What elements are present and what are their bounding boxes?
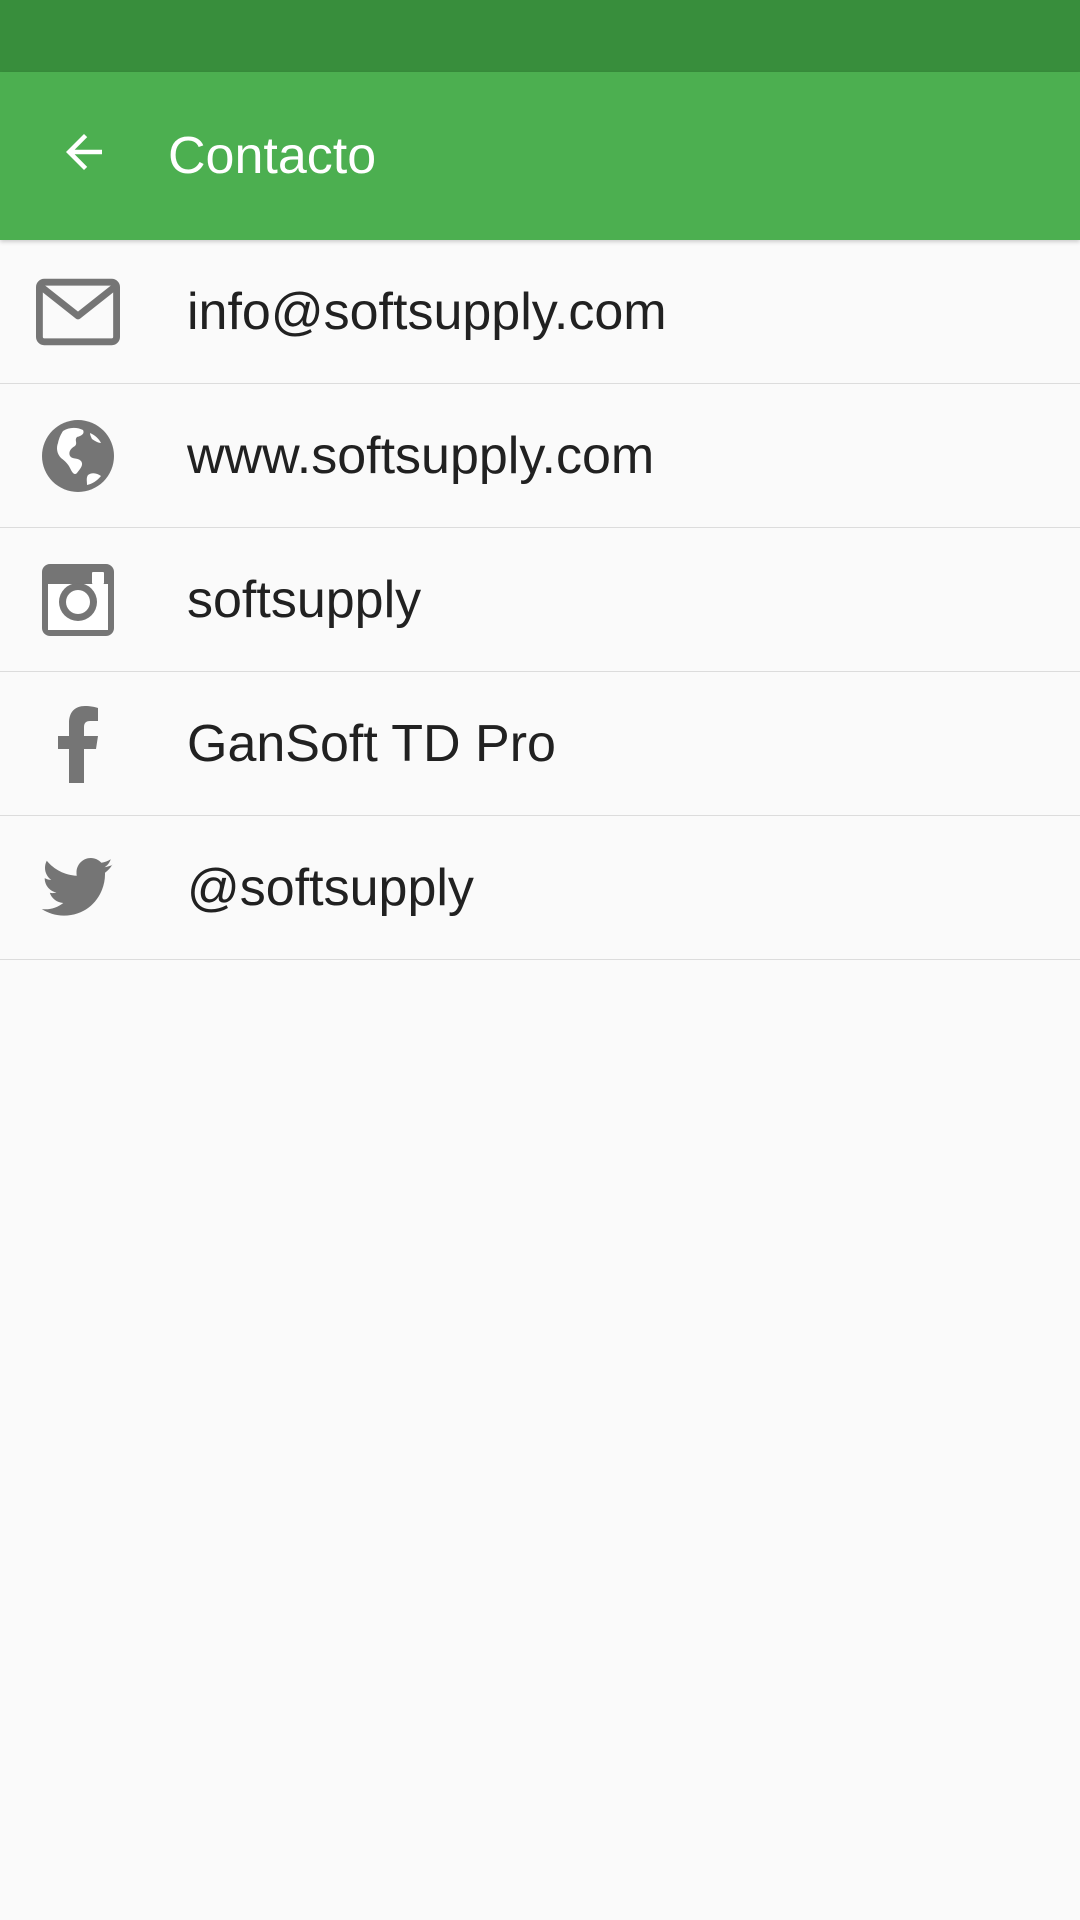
contact-list: info@softsupply.com www.softsupply.com s… [0,240,1080,960]
facebook-icon [36,706,120,783]
contact-item-website[interactable]: www.softsupply.com [0,384,1080,528]
contact-item-instagram[interactable]: softsupply [0,528,1080,672]
contact-website-label: www.softsupply.com [187,427,655,485]
contact-email-label: info@softsupply.com [187,283,667,341]
contact-item-facebook[interactable]: GanSoft TD Pro [0,672,1080,816]
globe-icon [36,420,120,492]
mail-icon [36,276,120,348]
contact-item-email[interactable]: info@softsupply.com [0,240,1080,384]
contact-facebook-label: GanSoft TD Pro [187,715,556,773]
contact-twitter-label: @softsupply [187,859,474,917]
page-title: Contacto [168,127,377,185]
instagram-icon [36,564,120,636]
twitter-icon [36,852,120,924]
arrow-back-icon [57,125,111,184]
contact-item-twitter[interactable]: @softsupply [0,816,1080,960]
app-bar: Contacto [0,72,1080,240]
contact-instagram-label: softsupply [187,571,422,629]
back-button[interactable] [42,112,126,196]
status-bar [0,0,1080,72]
